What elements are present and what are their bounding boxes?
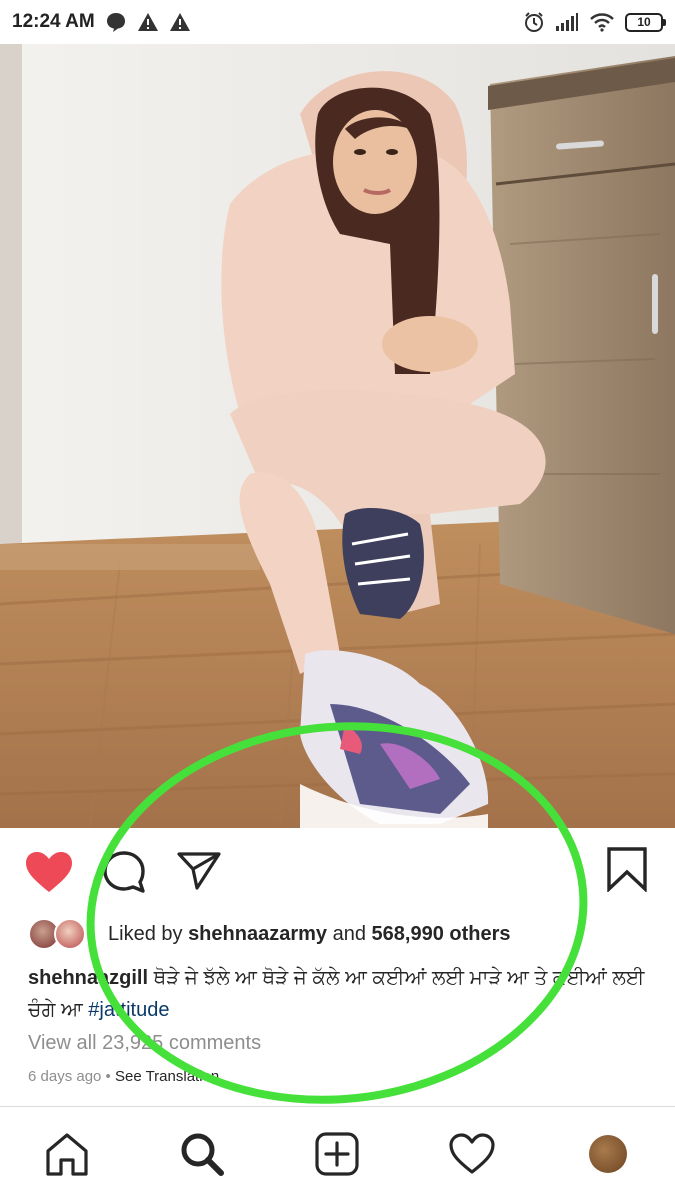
new-post-icon — [315, 1131, 359, 1176]
warning-icon — [169, 13, 190, 31]
alarm-icon — [525, 12, 543, 32]
share-icon[interactable] — [176, 850, 222, 892]
nav-profile[interactable] — [568, 1107, 648, 1200]
battery-indicator: 10 — [625, 12, 666, 32]
home-icon — [46, 1132, 88, 1176]
activity-heart-icon — [449, 1132, 495, 1174]
message-notification-icon — [106, 13, 125, 32]
post-image[interactable] — [0, 44, 675, 828]
wifi-icon — [590, 13, 614, 32]
likes-summary: Liked by shehnaazarmy and 568,990 others — [108, 923, 511, 946]
signal-icon — [556, 13, 578, 31]
photo-scene — [0, 44, 675, 828]
liker-username[interactable]: shehnaazarmy — [188, 923, 327, 945]
post-time: 6 days ago — [28, 1068, 102, 1085]
liker-avatars — [28, 916, 90, 952]
battery-level: 10 — [637, 15, 651, 29]
likes-count[interactable]: 568,990 others — [372, 923, 511, 945]
search-icon — [181, 1133, 224, 1176]
likes-middle: and — [327, 922, 372, 945]
nav-new-post[interactable] — [297, 1107, 377, 1200]
view-all-comments-link[interactable]: View all 23,925 comments — [28, 1032, 261, 1055]
meta-separator: • — [101, 1068, 115, 1085]
avatar — [54, 918, 86, 950]
post-caption: shehnaazgill ਥੋੜੇ ਜੇ ਝੱਲੇ ਆ ਥੋੜੇ ਜੇ ਕੱਲੇ… — [28, 962, 648, 1026]
like-heart-icon[interactable] — [24, 850, 74, 894]
save-bookmark-icon[interactable] — [606, 846, 648, 892]
post-action-bar — [0, 828, 675, 916]
nav-activity[interactable] — [432, 1107, 512, 1200]
nav-search[interactable] — [162, 1107, 242, 1200]
comment-icon[interactable] — [101, 850, 147, 894]
post-meta: 6 days ago • See Translation — [28, 1068, 219, 1085]
status-bar: 12:24 AM 10 — [0, 0, 675, 44]
caption-username[interactable]: shehnaazgill — [28, 967, 148, 989]
profile-avatar — [589, 1134, 627, 1173]
caption-hashtag[interactable]: #jattitude — [88, 999, 169, 1021]
status-time: 12:24 AM — [12, 11, 95, 32]
likes-row[interactable]: Liked by shehnaazarmy and 568,990 others — [28, 914, 511, 954]
warning-icon — [137, 13, 158, 31]
nav-home[interactable] — [27, 1107, 107, 1200]
see-translation-link[interactable]: See Translation — [115, 1068, 219, 1085]
bottom-nav — [0, 1107, 675, 1200]
likes-prefix: Liked by — [108, 922, 189, 945]
